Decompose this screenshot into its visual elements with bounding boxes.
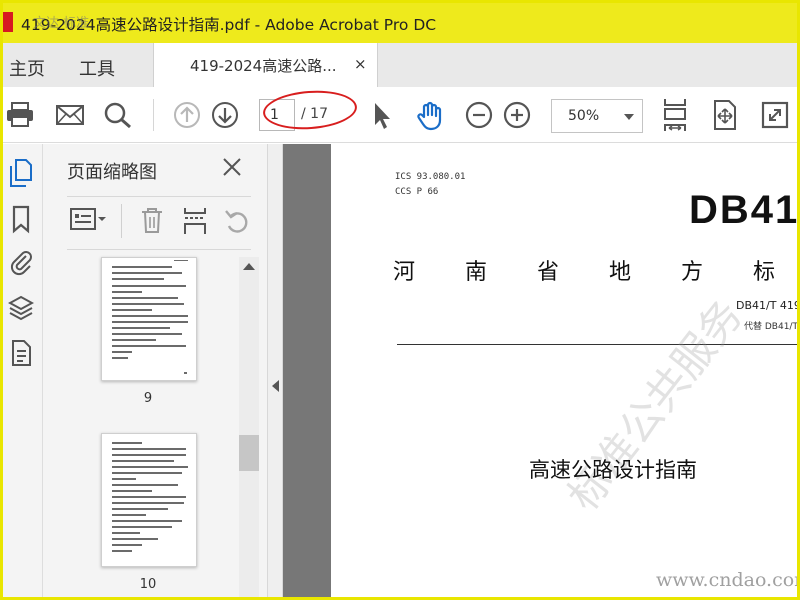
zoom-out-icon[interactable]	[465, 101, 493, 129]
title-watermark: 文达 标准	[33, 16, 90, 31]
page-options-icon[interactable]	[69, 206, 107, 232]
panel-divider	[67, 196, 251, 197]
chevron-down-icon	[624, 114, 634, 120]
panel-splitter[interactable]	[267, 144, 283, 597]
fit-page-icon[interactable]	[661, 97, 689, 133]
search-icon[interactable]	[103, 101, 133, 129]
document-properties-icon[interactable]	[8, 338, 34, 368]
panel-tool-separator	[121, 204, 122, 238]
document-title: 高速公路设计指南	[529, 458, 697, 482]
tab-bar: 主页 工具	[3, 43, 797, 87]
close-tab-button[interactable]: ×	[354, 55, 367, 73]
hand-tool-icon[interactable]	[415, 101, 445, 131]
pdf-page: ICS 93.080.01 CCS P 66 DB41 河南省地方标 DB41/…	[331, 144, 800, 597]
page-thumbnail[interactable]	[101, 433, 197, 567]
rotate-fit-icon[interactable]	[711, 99, 739, 131]
delete-icon[interactable]	[139, 206, 165, 234]
ics-code: ICS 93.080.01	[395, 172, 466, 182]
document-watermark: 标准公共服务	[558, 290, 752, 520]
document-tab-label: 419-2024高速公路...	[190, 57, 337, 75]
select-cursor-icon[interactable]	[369, 101, 395, 131]
email-icon[interactable]	[55, 101, 85, 129]
main-toolbar	[3, 87, 797, 143]
document-tab[interactable]: 419-2024高速公路... ×	[153, 43, 378, 88]
header-rule	[397, 344, 797, 345]
toolbar-separator	[153, 99, 154, 131]
standard-organization: 河南省地方标	[393, 260, 800, 285]
tools-tab[interactable]: 工具	[79, 55, 115, 81]
scroll-up-icon[interactable]	[243, 263, 255, 270]
undo-icon[interactable]	[223, 206, 251, 234]
title-bar: 419-2024高速公路设计指南.pdf - Adobe Acrobat Pro…	[3, 3, 797, 43]
page-thumbnail[interactable]	[101, 257, 197, 381]
close-icon[interactable]	[221, 156, 243, 178]
page-thumbnails-icon[interactable]	[8, 158, 34, 188]
home-tab[interactable]: 主页	[9, 55, 45, 81]
acrobat-window: 419-2024高速公路设计指南.pdf - Adobe Acrobat Pro…	[0, 0, 800, 600]
standard-code: DB41	[689, 188, 800, 232]
site-watermark: www.cndao.com	[656, 569, 800, 591]
print-icon[interactable]	[5, 101, 35, 129]
zoom-dropdown[interactable]: 50%	[551, 99, 643, 133]
next-page-icon[interactable]	[210, 101, 240, 129]
ccs-code: CCS P 66	[395, 187, 439, 197]
layers-icon[interactable]	[8, 294, 34, 324]
acrobat-app-icon	[3, 12, 13, 32]
full-screen-icon[interactable]	[761, 101, 789, 129]
panel-divider	[67, 249, 251, 250]
panel-title: 页面缩略图	[67, 162, 157, 183]
bookmark-icon[interactable]	[8, 204, 34, 234]
insert-page-icon[interactable]	[181, 206, 209, 236]
standard-number: DB41/T 419	[736, 299, 800, 312]
prev-page-icon[interactable]	[172, 101, 202, 129]
zoom-value: 50%	[568, 108, 600, 124]
thumbnails-scrollbar[interactable]	[239, 257, 259, 597]
thumbnail-page-label: 9	[143, 391, 153, 406]
zoom-in-icon[interactable]	[503, 101, 531, 129]
document-viewport[interactable]: ICS 93.080.01 CCS P 66 DB41 河南省地方标 DB41/…	[283, 144, 800, 597]
attachment-icon[interactable]	[8, 246, 34, 276]
scrollbar-thumb[interactable]	[239, 435, 259, 471]
left-navigation-rail	[3, 144, 43, 597]
collapse-panel-icon[interactable]	[272, 380, 279, 392]
thumbnail-page-label: 10	[139, 577, 157, 592]
